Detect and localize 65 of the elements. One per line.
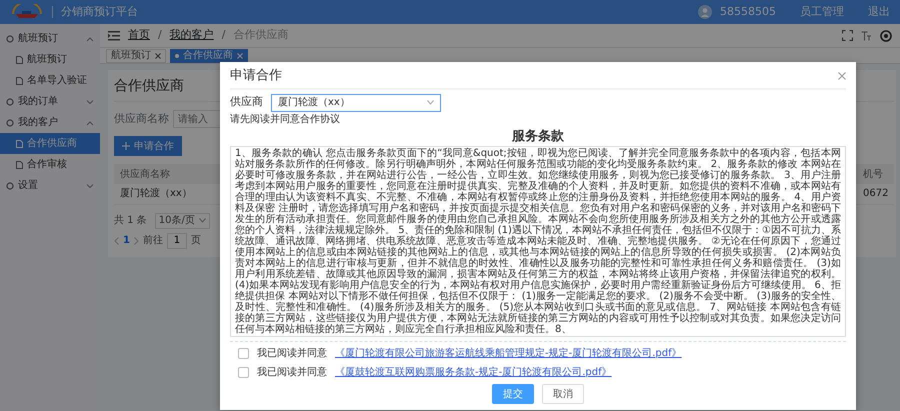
sidebar-item[interactable]: 合作审核: [0, 154, 100, 175]
app-title: 分销商预订平台: [61, 4, 138, 20]
plus-icon: [122, 142, 130, 150]
menu-icon[interactable]: [108, 30, 120, 40]
column-header: 机号: [860, 164, 894, 184]
page-suffix: 页: [190, 234, 201, 248]
user-name: 58558505: [720, 4, 776, 20]
sidebar-group[interactable]: 设置: [0, 175, 100, 196]
sidebar-group[interactable]: 我的客户: [0, 112, 100, 133]
header-link[interactable]: 退出: [868, 4, 890, 20]
avatar-icon[interactable]: [698, 5, 712, 19]
tag-tab[interactable]: 航班预订: [106, 49, 166, 63]
field-label: 供应商名称: [114, 110, 169, 127]
circle-icon: [6, 118, 14, 126]
circle-icon: [6, 98, 14, 106]
cancel-button[interactable]: 取消: [542, 384, 584, 404]
apply-button[interactable]: 申请合作: [114, 136, 182, 156]
chevron-down-icon: [86, 98, 94, 104]
breadcrumb-separator: /: [222, 27, 226, 44]
chevron-up-icon: [86, 120, 94, 126]
chevron-right-icon[interactable]: [134, 236, 139, 244]
circle-icon: [6, 182, 14, 190]
page-size-select[interactable]: 10条/页: [154, 212, 210, 228]
total-count: 共 1 条: [114, 214, 147, 228]
document-icon: [16, 76, 23, 84]
chevron-left-icon[interactable]: [114, 236, 119, 244]
submit-button[interactable]: 提交: [492, 384, 534, 404]
breadcrumb-item[interactable]: 我的客户: [170, 27, 214, 44]
chevron-up-icon: [86, 36, 94, 42]
document-icon: [16, 56, 23, 64]
sidebar-item[interactable]: 合作供应商: [0, 133, 100, 154]
document-link[interactable]: 《厦鼓轮渡互联网购票服务条款-规定-厦门轮渡有限公司.pdf》: [335, 365, 612, 380]
breadcrumb-item: 合作供应商: [233, 27, 288, 44]
sidebar-item[interactable]: 航班预订: [0, 49, 100, 70]
document-icon: [16, 160, 23, 168]
sidebar-group[interactable]: 我的订单: [0, 91, 100, 112]
ship-logo-icon: [10, 4, 44, 20]
supplier-select[interactable]: 厦门轮渡（xx）: [271, 94, 441, 112]
header-link[interactable]: 员工管理: [800, 4, 844, 20]
circle-icon: [6, 34, 14, 42]
agreement-label: 我已阅读并同意: [257, 346, 327, 361]
breadcrumb-item[interactable]: 首页: [128, 27, 150, 44]
agreement-label: 我已阅读并同意: [257, 366, 327, 380]
chevron-down-icon: [427, 100, 434, 105]
fullscreen-icon[interactable]: [842, 30, 853, 41]
font-size-icon[interactable]: [861, 30, 872, 40]
page-number[interactable]: 1: [123, 233, 130, 248]
sidebar-item[interactable]: 名单导入验证: [0, 70, 100, 91]
settings-icon[interactable]: [880, 30, 892, 42]
breadcrumb-separator: /: [158, 27, 162, 44]
table-cell: 0672: [860, 184, 894, 204]
page-input[interactable]: 1: [166, 232, 187, 248]
close-icon[interactable]: [838, 72, 846, 80]
document-link[interactable]: 《厦门轮渡有限公司旅游客运航线乘船管理规定-规定-厦门轮渡有限公司.pdf》: [335, 346, 682, 361]
chevron-down-icon: [86, 182, 94, 188]
document-icon: [16, 140, 23, 148]
terms-text: 1、服务条款的确认 您点击服务条款页面下的“我同意&quot;按钮，即视为您已阅读、了解并完全同意服务条款中的各项内容，包括本网站对服务条款所作的任何修改。除另行明确声明外，本网站任何服务范围或功能的变化均受服务条款约束。 2、服务条款的修改 本网站在必要时可修改服务条款，并在网站进行公告，一经公告，立即生效。如您继续使用服务，则视为您已接受修订的服务条款。 3、用户注册考虑到本网站用户服务的重要性，您同意在注册时提供真实、完整及准确的个人资料，并及时更新。如您提供的资料不准确，或本网站有合理的理由认为该资料不真实、不完整、不准确，本网站有权暂停或终止您的注册身份及资料，并拒绝您使用本网站的服务。 4、用户资料及保密 注册时，请您选择填写用户名和密码，并按页面提示提交相关信息。您负有对用户名和密码保密的义务，并对该用户名和密码下发生的所有活动承担责任。您同意邮件服务的使用由您自己承担风险。本网站不会向您所使用服务所涉及相关方之外的其他方公开或透露您的个人资料，法律法规规定除外。 5、责任的免除和限制 (1)遇以下情况，本网站不承担任何责任，包括但不仅限于：①因不可抗力、系统故障、通讯故障、网络拥堵、供电系统故障、恶意攻击等造成本网站未能及时、准确、完整地提供服务。 ②无论在任何原因下，您通过使用本网站上的信息或由本网站链接的其他网站上的信息，或其他与本网站链接的网站上的信息所导致的任何损失或损害。 (2)本网站负责对本网站上的信息进行审核与更新，但并不就信息的时效性、准确性以及服务功能的完整性和可靠性承担任何义务和赔偿责任。 (3)如用户利用系统差错、故障或其他原因导致的漏洞，损害本网站及任何第三方的权益，本网站将终止该用户资格，并保留法律追究的权利。 (4)如果本网站发现有影响用户信息安全的行为，本网站有权对用户信息实施保护，必要时用户需经重新验证身份后方可继续使用。 6、拒绝提供担保 本网站对以下情形不做任何担保，包括但不仅限于： (1)服务一定能满足您的要求。 (2)服务不会受中断。 (3)服务的安全性、及时性、完整性和准确性。 (4)服务所涉及相关方的服务。 (5)您从本网站收到口头或书面的意见或信息。 7、网站链接 本网站包含有链接的第三方网站，这些链接仅为用户提供方便，本网站无法就所链接的第三方网站的内容或可用性予以控制或对其负责。如果您决定访问任何与本网站相链接的第三方网站，则应完全自行承担相应风险和责任。8、: [230, 146, 846, 337]
checkbox[interactable]: [238, 367, 249, 378]
checkbox[interactable]: [238, 348, 249, 359]
chevron-down-icon: [198, 218, 206, 223]
goto-label: 前往: [142, 234, 163, 248]
close-icon[interactable]: [155, 53, 161, 59]
sidebar-group[interactable]: 航班预订: [0, 28, 100, 49]
tag-tab[interactable]: 合作供应商: [170, 49, 248, 63]
terms-title: 服务条款: [510, 128, 565, 146]
